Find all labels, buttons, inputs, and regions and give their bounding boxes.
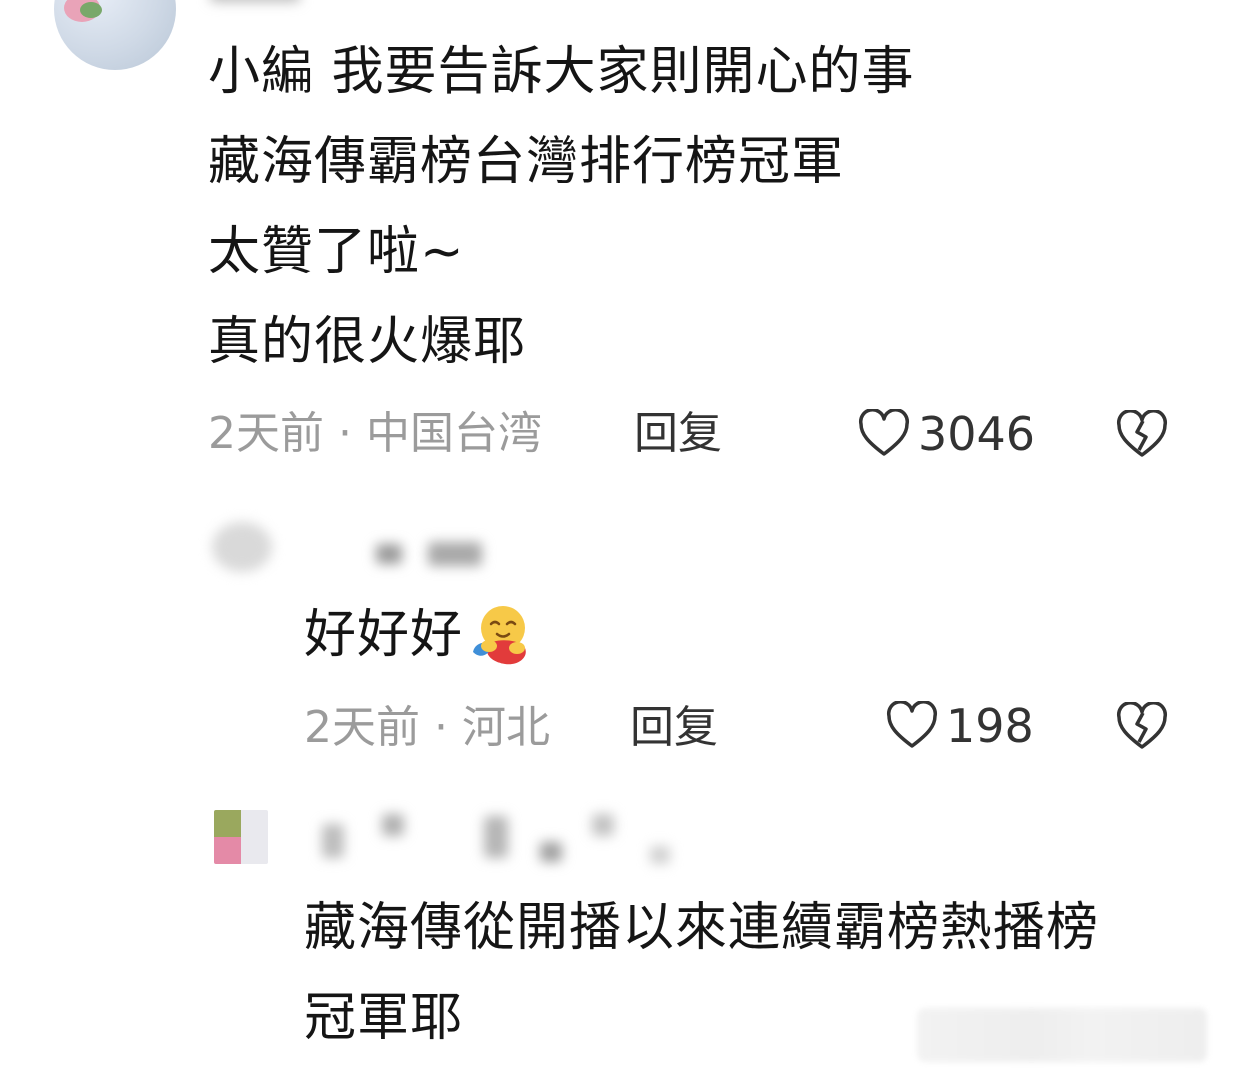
- comment-meta: 2天前 · 中国台湾: [208, 408, 542, 459]
- comment-text-line: 真的很火爆耶: [208, 312, 527, 372]
- broken-heart-icon[interactable]: [1116, 702, 1168, 752]
- like-count: 198: [946, 699, 1034, 753]
- avatar[interactable]: [54, 0, 176, 70]
- reply-button[interactable]: 回复: [630, 702, 718, 754]
- hug-emoji-icon: [467, 602, 539, 668]
- comment-text-line: 冠軍耶: [304, 988, 464, 1048]
- username-blurred[interactable]: [376, 544, 402, 564]
- comment-text-line: 藏海傳霸榜台灣排行榜冠軍: [208, 132, 845, 192]
- heart-outline-icon: [886, 701, 938, 751]
- comment-text-line: 小編 我要告訴大家則開心的事: [208, 42, 915, 102]
- comment-text-line: 藏海傳從開播以來連續霸榜熱播榜: [304, 898, 1100, 958]
- username-blurred[interactable]: [428, 542, 482, 566]
- like-count: 3046: [918, 407, 1036, 461]
- like-button[interactable]: 198: [886, 700, 1034, 752]
- username-blurred[interactable]: [210, 0, 300, 2]
- comment-text-line: 好好好: [304, 605, 464, 665]
- reply-button[interactable]: 回复: [634, 408, 722, 460]
- username-blurred[interactable]: [592, 814, 614, 836]
- reply-avatar-blurred[interactable]: [214, 810, 268, 864]
- watermark: [917, 1008, 1207, 1062]
- username-blurred[interactable]: [484, 816, 508, 858]
- comment-meta: 2天前 · 河北: [304, 702, 550, 753]
- heart-outline-icon: [858, 409, 910, 459]
- like-button[interactable]: 3046: [858, 408, 1035, 460]
- reply-avatar-blurred[interactable]: [212, 522, 272, 572]
- username-blurred[interactable]: [540, 842, 562, 862]
- username-blurred[interactable]: [650, 846, 670, 864]
- username-blurred[interactable]: [322, 824, 344, 858]
- avatar-leaf: [80, 2, 102, 18]
- broken-heart-icon[interactable]: [1116, 410, 1168, 460]
- comment-text-line: 太贊了啦~: [208, 222, 465, 282]
- username-blurred[interactable]: [382, 814, 404, 836]
